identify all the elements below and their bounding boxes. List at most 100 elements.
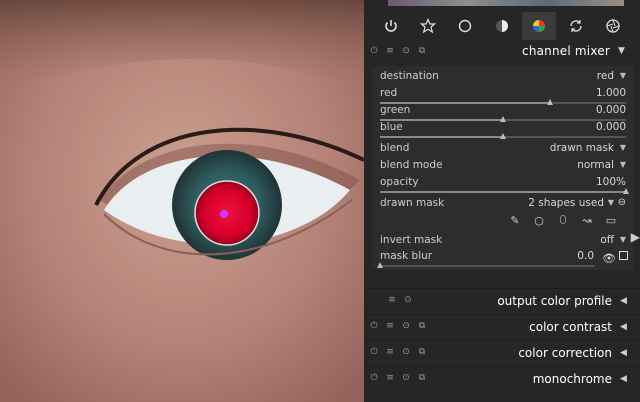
module-header-monochrome[interactable]: ⏻ ≡ ⊙ ⧉ monochrome ◀ (364, 368, 640, 390)
green-value: 0.000 (595, 104, 626, 116)
expand-icon[interactable]: ◀ (620, 374, 630, 384)
opacity-value: 100% (595, 176, 626, 188)
tab-tone[interactable] (485, 12, 519, 40)
channel-mixer-body: destination red ▼ red 1.000 green 0.000 … (372, 66, 634, 270)
presets-icon[interactable]: ⧉ (416, 45, 428, 57)
drawn-mask-label: drawn mask (380, 197, 445, 209)
hide-shapes-icon[interactable]: ⊖ (618, 197, 626, 208)
reset-icon[interactable]: ⊙ (400, 373, 412, 385)
module-title: channel mixer (522, 44, 610, 58)
presets-icon[interactable]: ⧉ (416, 373, 428, 385)
aperture-icon (606, 19, 621, 33)
brush-shape-icon[interactable]: ▭ (604, 213, 618, 227)
tab-active-modules[interactable] (374, 12, 408, 40)
menu-icon[interactable]: ≡ (386, 295, 398, 307)
right-panel: ⏻ ≡ ⊙ ⧉ channel mixer ▼ destination red … (364, 0, 640, 402)
collapse-panel-arrow[interactable]: ▶ (631, 230, 640, 244)
blend-mode-combobox[interactable]: blend mode normal ▼ (380, 159, 626, 175)
menu-icon[interactable]: ≡ (384, 45, 396, 57)
destination-combobox[interactable]: destination red ▼ (380, 70, 626, 86)
module-header-output-color-profile[interactable]: ≡ ⊙ output color profile ◀ (364, 290, 640, 312)
tab-basic[interactable] (448, 12, 482, 40)
shapes-used-value[interactable]: 2 shapes used (528, 197, 604, 209)
power-icon[interactable]: ⏻ (368, 321, 380, 333)
reset-icon[interactable]: ⊙ (400, 321, 412, 333)
divider (364, 340, 640, 341)
ellipse-shape-icon[interactable]: ⬯ (556, 213, 570, 227)
blend-mode-label: blend mode (380, 159, 443, 171)
destination-label: destination (380, 70, 439, 82)
opacity-label: opacity (380, 176, 419, 188)
module-header-color-contrast[interactable]: ⏻ ≡ ⊙ ⧉ color contrast ◀ (364, 316, 640, 338)
invert-mask-label: invert mask (380, 234, 443, 246)
blend-label: blend (380, 142, 410, 154)
invert-mask-combobox[interactable]: invert mask off ▼ (380, 234, 626, 250)
pencil-icon[interactable]: ✎ (508, 213, 522, 227)
refresh-icon (570, 20, 582, 32)
image-preview[interactable] (0, 0, 364, 402)
reset-icon[interactable]: ⊙ (402, 295, 414, 307)
power-icon (384, 20, 397, 32)
module-header-color-correction[interactable]: ⏻ ≡ ⊙ ⧉ color correction ◀ (364, 342, 640, 364)
shape-tools: ✎ ○ ⬯ ↝ ▭ (508, 213, 618, 227)
presets-icon[interactable]: ⧉ (416, 321, 428, 333)
divider (364, 366, 640, 367)
red-slider[interactable]: red 1.000 (380, 87, 626, 105)
circle-icon (458, 19, 472, 33)
tab-color[interactable] (522, 12, 557, 40)
slider-knob[interactable] (623, 188, 629, 194)
tone-icon (495, 20, 508, 32)
reset-icon[interactable]: ⊙ (400, 45, 412, 57)
menu-icon[interactable]: ≡ (384, 373, 396, 385)
slider-knob[interactable] (377, 262, 383, 268)
dropdown-icon[interactable]: ▼ (608, 198, 614, 207)
opacity-slider[interactable]: opacity 100% (380, 176, 629, 194)
power-icon[interactable]: ⏻ (368, 45, 380, 57)
slider-fill (380, 136, 503, 138)
mask-blur-value: 0.0 (577, 250, 594, 262)
menu-icon[interactable]: ≡ (384, 321, 396, 333)
collapse-icon[interactable]: ▼ (618, 46, 628, 56)
tab-correct[interactable] (559, 12, 593, 40)
green-slider[interactable]: green 0.000 (380, 104, 626, 122)
blue-label: blue (380, 121, 403, 133)
reset-icon[interactable]: ⊙ (400, 347, 412, 359)
expand-icon[interactable]: ◀ (620, 296, 630, 306)
eye-icon[interactable]: 👁 (602, 252, 616, 265)
module-title: color correction (518, 346, 612, 360)
mask-blur-label: mask blur (380, 250, 433, 262)
power-icon[interactable]: ⏻ (368, 373, 380, 385)
tab-favorites[interactable] (411, 12, 445, 40)
presets-icon[interactable]: ⧉ (416, 347, 428, 359)
dropdown-icon: ▼ (619, 160, 626, 169)
blend-value: drawn mask (549, 142, 614, 154)
module-group-tabs (364, 10, 640, 42)
color-wheel-icon (533, 20, 546, 32)
menu-icon[interactable]: ≡ (384, 347, 396, 359)
module-title: output color profile (497, 294, 612, 308)
power-icon[interactable]: ⏻ (368, 347, 380, 359)
blue-value: 0.000 (595, 121, 626, 133)
module-title: monochrome (532, 372, 612, 386)
expand-icon[interactable]: ◀ (620, 348, 630, 358)
invert-mask-value: off (600, 234, 614, 246)
expand-icon[interactable]: ◀ (620, 322, 630, 332)
destination-value: red (596, 70, 614, 82)
blend-combobox[interactable]: blend drawn mask ▼ (380, 142, 626, 158)
slider-knob[interactable] (500, 133, 506, 139)
mask-blur-slider[interactable]: mask blur 0.0 (377, 250, 594, 268)
module-title: color contrast (529, 320, 612, 334)
module-header-channel-mixer[interactable]: ⏻ ≡ ⊙ ⧉ channel mixer ▼ (364, 40, 640, 62)
slider-fill (380, 191, 626, 193)
red-label: red (380, 87, 398, 99)
dropdown-icon: ▼ (619, 71, 626, 80)
blue-slider[interactable]: blue 0.000 (380, 121, 626, 139)
mask-display-icon[interactable] (619, 251, 628, 260)
circle-shape-icon[interactable]: ○ (532, 213, 546, 227)
path-shape-icon[interactable]: ↝ (580, 213, 594, 227)
dropdown-icon: ▼ (619, 235, 626, 244)
star-icon (419, 18, 436, 34)
filmstrip-thumbnail[interactable] (388, 0, 624, 6)
divider (364, 314, 640, 315)
tab-effects[interactable] (596, 12, 630, 40)
